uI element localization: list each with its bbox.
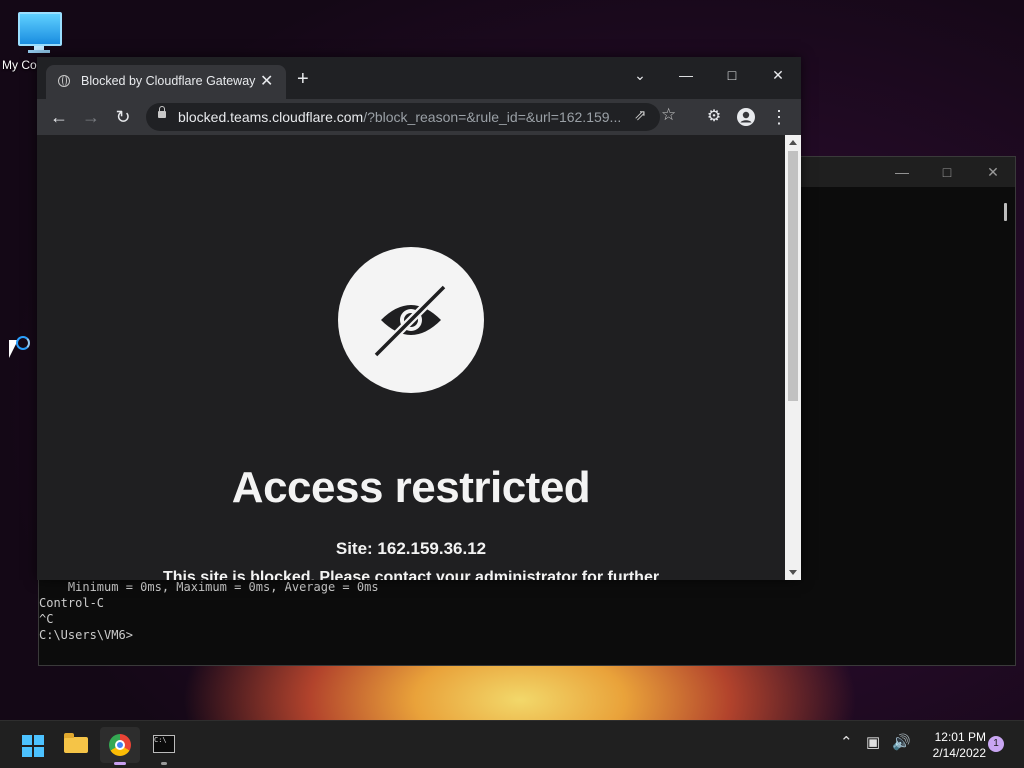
- browser-toolbar: ← → ↻ blocked.teams.cloudflare.com/?bloc…: [37, 99, 801, 135]
- chrome-window[interactable]: Blocked by Cloudflare Gateway ✕ + ⌄ — □ …: [37, 57, 801, 580]
- chevron-up-icon[interactable]: ⌃: [840, 733, 853, 751]
- terminal-line: Control-C: [39, 596, 105, 610]
- tab-close-icon[interactable]: ✕: [260, 71, 273, 91]
- page-title: Access restricted: [231, 463, 591, 512]
- scroll-up-arrow[interactable]: [789, 140, 797, 145]
- start-button[interactable]: [12, 727, 52, 763]
- terminal-prompt: C:\Users\VM6>: [39, 628, 133, 642]
- scroll-thumb[interactable]: [788, 151, 798, 401]
- scroll-down-arrow[interactable]: [789, 570, 797, 575]
- windows-logo-icon: [22, 735, 44, 757]
- blocked-eye-icon: [338, 247, 484, 393]
- active-indicator: [114, 762, 126, 765]
- extensions-puzzle-icon[interactable]: ⚙: [702, 105, 726, 129]
- desktop-icon-label: My Co: [2, 58, 37, 72]
- monitor-icon: [18, 12, 62, 46]
- close-window-button[interactable]: ✕: [755, 61, 801, 89]
- terminal-icon: C:\: [153, 735, 175, 753]
- bookmark-star-icon[interactable]: ☆: [661, 105, 676, 125]
- notification-badge[interactable]: 1: [988, 736, 1004, 752]
- chrome-icon: [109, 734, 131, 756]
- taskbar: C:\ ⌃ ▣ 🔊 12:01 PM 2/14/2022 1: [0, 720, 1024, 768]
- url-text[interactable]: blocked.teams.cloudflare.com/?block_reas…: [178, 109, 628, 125]
- file-explorer-button[interactable]: [56, 727, 96, 763]
- page-content: Access restricted Site: 162.159.36.12 Th…: [37, 135, 785, 580]
- maximize-button[interactable]: □: [709, 61, 755, 89]
- terminal-scrollbar[interactable]: [1004, 203, 1007, 221]
- terminal-minimize-button[interactable]: —: [879, 157, 925, 187]
- terminal-close-button[interactable]: ✕: [970, 157, 1016, 187]
- share-icon[interactable]: ⇗: [634, 106, 647, 124]
- clock-time: 12:01 PM: [934, 730, 986, 744]
- volume-icon[interactable]: 🔊: [892, 733, 911, 751]
- chrome-taskbar-button[interactable]: [100, 727, 140, 765]
- running-indicator: [161, 762, 167, 765]
- page-scrollbar[interactable]: [785, 135, 801, 580]
- reload-icon[interactable]: ↻: [111, 105, 135, 129]
- tab-search-chevron-icon[interactable]: ⌄: [617, 61, 663, 89]
- avatar-svg: [737, 108, 755, 126]
- tab-title: Blocked by Cloudflare Gateway: [81, 74, 256, 88]
- command-prompt-taskbar-button[interactable]: C:\: [144, 727, 184, 765]
- lock-icon[interactable]: [158, 106, 166, 118]
- address-bar[interactable]: blocked.teams.cloudflare.com/?block_reas…: [146, 103, 676, 131]
- terminal-line: ^C: [39, 612, 54, 626]
- folder-icon: [64, 733, 88, 753]
- back-arrow-icon[interactable]: ←: [47, 105, 71, 129]
- monitor-base: [28, 50, 50, 53]
- new-tab-button[interactable]: +: [297, 69, 309, 89]
- network-icon[interactable]: ▣: [866, 733, 880, 751]
- block-message: This site is blocked. Please contact you…: [162, 569, 660, 580]
- terminal-maximize-button[interactable]: □: [924, 157, 970, 187]
- globe-icon: [58, 75, 70, 87]
- tab-strip[interactable]: Blocked by Cloudflare Gateway ✕ + ⌄ — □ …: [37, 57, 801, 99]
- eye-slash-svg: [373, 284, 447, 358]
- forward-arrow-icon[interactable]: →: [79, 105, 103, 129]
- profile-avatar-icon[interactable]: [734, 105, 758, 129]
- url-path: /?block_reason=&rule_id=&url=162.159...: [363, 109, 622, 125]
- terminal-output[interactable]: Minimum = 0ms, Maximum = 0ms, Average = …: [39, 579, 379, 643]
- clock-date: 2/14/2022: [932, 746, 986, 760]
- busy-spinner-icon: [16, 336, 30, 350]
- url-host: blocked.teams.cloudflare.com: [178, 109, 364, 125]
- blocked-site: Site: 162.159.36.12: [335, 539, 487, 558]
- terminal-line: Minimum = 0ms, Maximum = 0ms, Average = …: [39, 580, 379, 594]
- minimize-button[interactable]: —: [663, 61, 709, 89]
- system-clock[interactable]: 12:01 PM 2/14/2022: [916, 729, 986, 761]
- kebab-menu-icon[interactable]: ⋮: [767, 105, 791, 129]
- tab-blocked-page[interactable]: Blocked by Cloudflare Gateway ✕: [46, 65, 286, 99]
